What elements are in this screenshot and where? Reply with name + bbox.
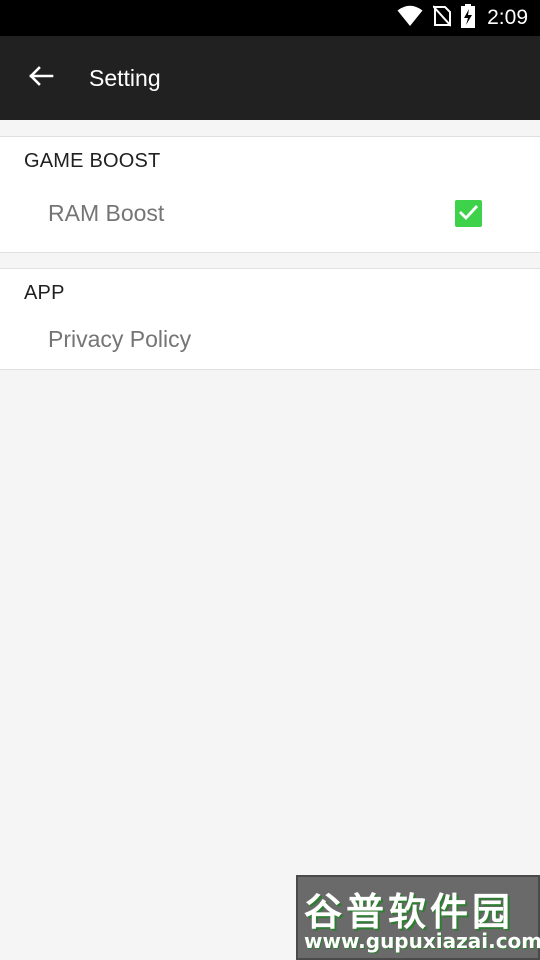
battery-charging-icon xyxy=(461,3,476,33)
page-title: Setting xyxy=(89,64,161,91)
watermark-logo: 谷普软件园 www.gupuxiazai.com xyxy=(296,875,540,960)
app-toolbar: Setting xyxy=(0,36,540,120)
pref-label-ram-boost: RAM Boost xyxy=(48,200,165,226)
status-time: 2:09 xyxy=(487,6,528,29)
watermark-url: www.gupuxiazai.com xyxy=(304,929,540,953)
section-app: APP Privacy Policy xyxy=(0,268,540,370)
ram-boost-checkbox[interactable] xyxy=(455,200,482,227)
pref-row-privacy-policy[interactable]: Privacy Policy xyxy=(0,315,540,367)
section-game-boost: GAME BOOST RAM Boost xyxy=(0,136,540,253)
wifi-icon xyxy=(397,5,423,32)
pref-label-privacy-policy: Privacy Policy xyxy=(48,326,192,352)
pref-row-ram-boost[interactable]: RAM Boost xyxy=(0,185,540,239)
checkmark-icon xyxy=(458,203,479,225)
settings-screen: 2:09 Setting GAME BOOST RAM Boost APP Pr… xyxy=(0,0,540,960)
back-button[interactable] xyxy=(13,50,69,106)
no-sim-icon xyxy=(432,4,452,32)
section-header-app: APP xyxy=(24,282,65,304)
status-bar: 2:09 xyxy=(0,0,540,36)
section-header-game-boost: GAME BOOST xyxy=(24,150,161,172)
status-icons: 2:09 xyxy=(397,0,528,36)
arrow-left-icon xyxy=(28,65,54,92)
watermark-logo-text: 谷普软件园 xyxy=(304,890,515,934)
